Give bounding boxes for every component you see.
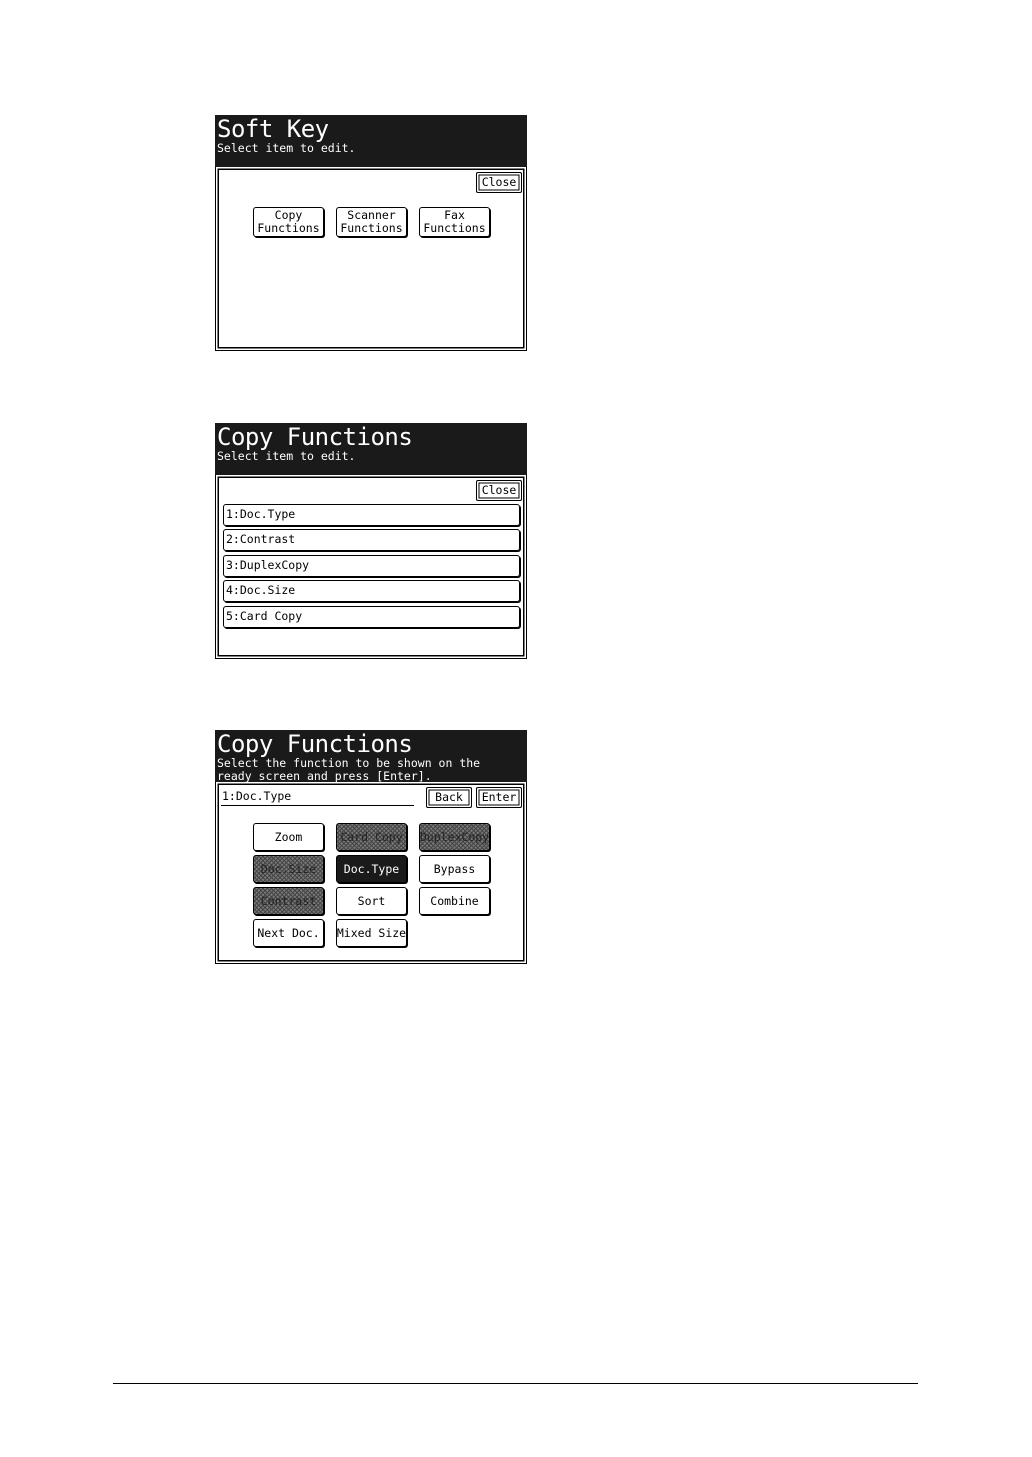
screen-title: Copy Functions	[217, 730, 413, 758]
selected-item-field: 1:Doc.Type	[221, 788, 414, 806]
function-button-next-doc[interactable]: Next Doc.	[253, 919, 324, 947]
function-button-card-copy: Card Copy	[336, 823, 407, 851]
function-button-doc-size: Doc.Size	[253, 855, 324, 883]
soft-key-body: Close Copy Functions Scanner Functions F…	[215, 167, 527, 351]
copy-functions-select-body: 1:Doc.Type Back Enter Zoom Card Copy Dup…	[215, 782, 527, 964]
list-item-duplex-copy[interactable]: 3:DuplexCopy	[223, 555, 520, 577]
copy-functions-list-screen: Copy Functions Select item to edit. Clos…	[215, 423, 527, 659]
close-button[interactable]: Close	[476, 172, 522, 193]
back-button[interactable]: Back	[426, 787, 472, 808]
button-label-line2: Functions	[340, 221, 403, 235]
screen-title: Copy Functions	[217, 423, 413, 451]
list-item-card-copy[interactable]: 5:Card Copy	[223, 606, 520, 628]
copy-functions-button[interactable]: Copy Functions	[253, 207, 324, 237]
function-button-mixed-size[interactable]: Mixed Size	[336, 919, 407, 947]
function-button-contrast: Contrast	[253, 887, 324, 915]
copy-functions-list-body: Close 1:Doc.Type 2:Contrast 3:DuplexCopy…	[215, 475, 527, 659]
function-button-sort[interactable]: Sort	[336, 887, 407, 915]
copy-functions-select-screen: Copy Functions Select the function to be…	[215, 730, 527, 964]
scanner-functions-button[interactable]: Scanner Functions	[336, 207, 407, 237]
function-button-bypass[interactable]: Bypass	[419, 855, 490, 883]
copy-functions-header: Copy Functions Select item to edit.	[215, 423, 527, 475]
screen-title: Soft Key	[217, 115, 329, 143]
list-item-contrast[interactable]: 2:Contrast	[223, 529, 520, 551]
enter-button[interactable]: Enter	[476, 787, 522, 808]
copy-functions-select-header: Copy Functions Select the function to be…	[215, 730, 527, 783]
soft-key-header: Soft Key Select item to edit.	[215, 115, 527, 167]
screen-subtitle: Select item to edit.	[217, 141, 356, 155]
button-label-line2: Functions	[423, 221, 486, 235]
button-label-line2: Functions	[257, 221, 320, 235]
list-item-doc-type[interactable]: 1:Doc.Type	[223, 504, 520, 526]
page-footer-rule	[113, 1383, 918, 1384]
screen-subtitle: Select item to edit.	[217, 449, 356, 463]
function-button-duplex-copy: DuplexCopy	[419, 823, 490, 851]
function-button-combine[interactable]: Combine	[419, 887, 490, 915]
close-button[interactable]: Close	[476, 480, 522, 501]
function-button-doc-type[interactable]: Doc.Type	[336, 855, 407, 883]
fax-functions-button[interactable]: Fax Functions	[419, 207, 490, 237]
soft-key-screen: Soft Key Select item to edit. Close Copy…	[215, 115, 527, 351]
function-button-zoom[interactable]: Zoom	[253, 823, 324, 851]
list-item-doc-size[interactable]: 4:Doc.Size	[223, 580, 520, 602]
